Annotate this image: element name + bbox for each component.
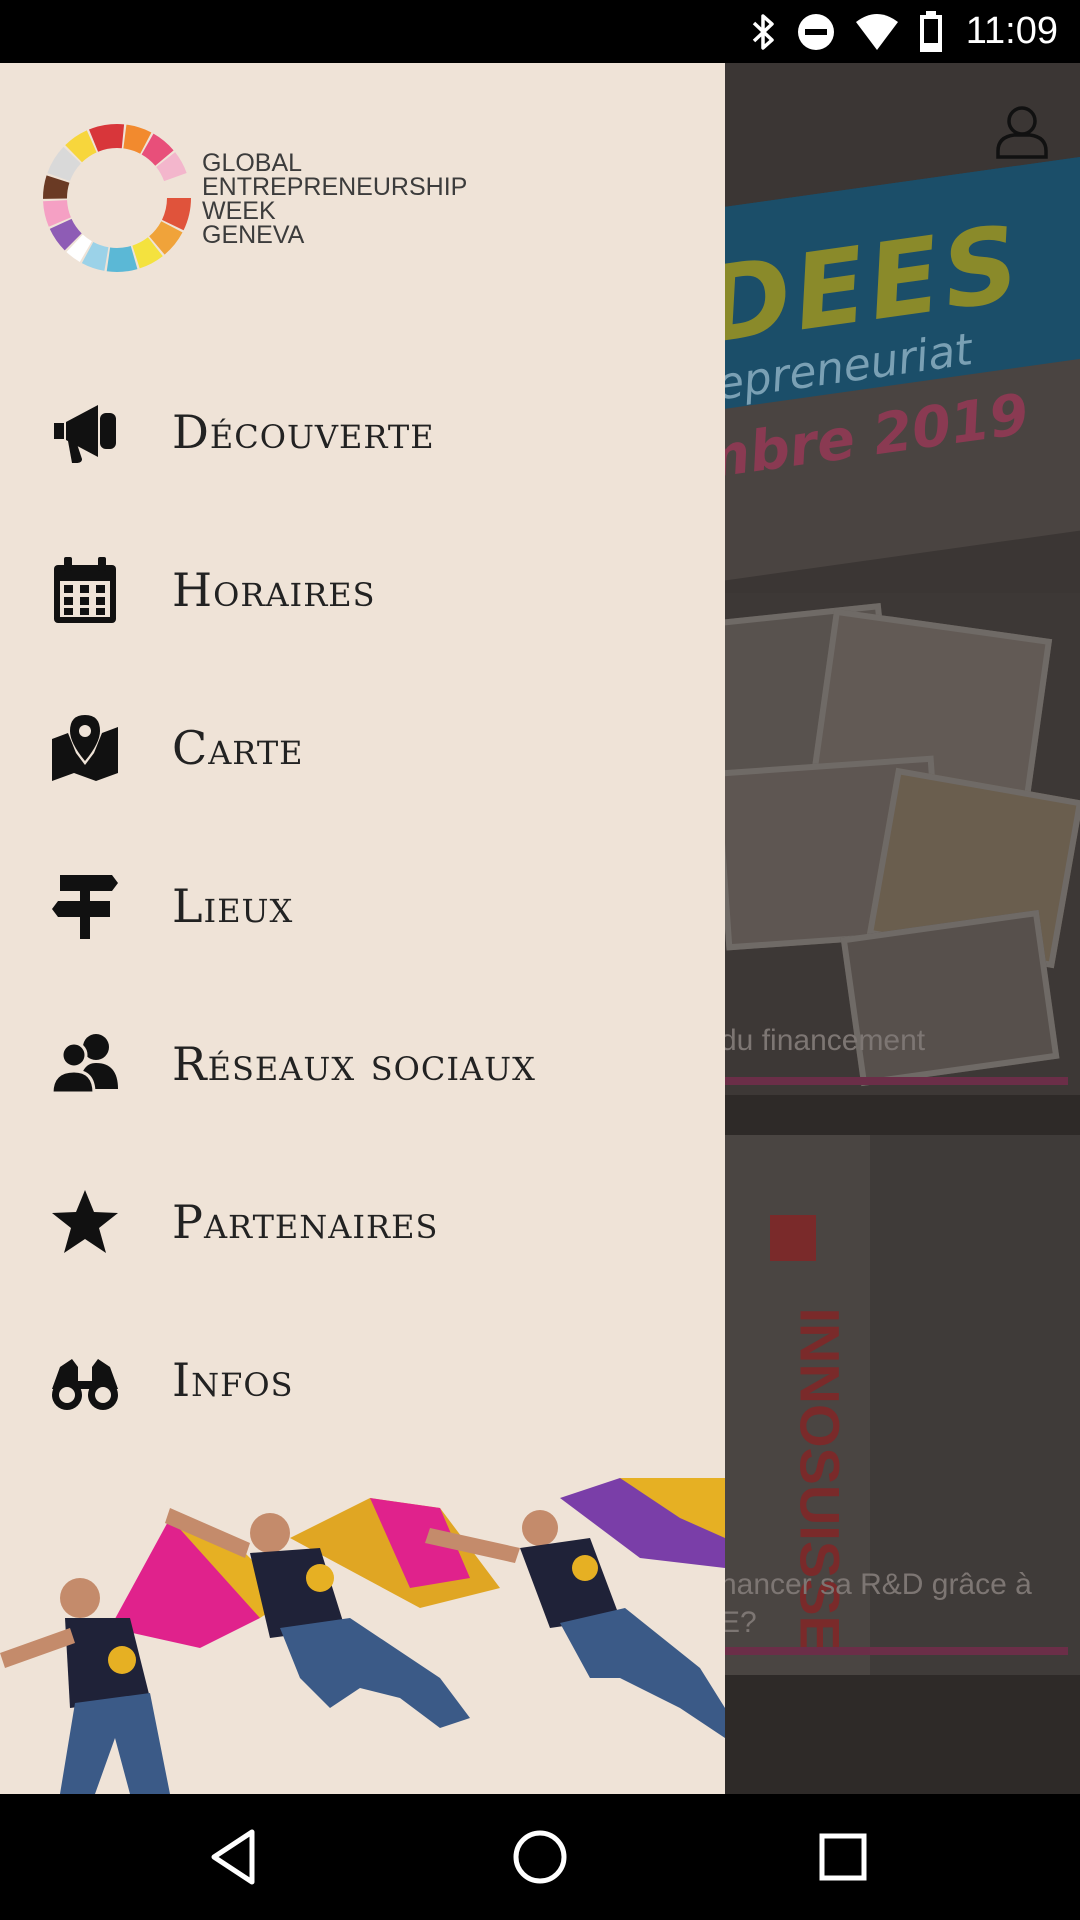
system-nav-bar	[0, 1794, 1080, 1920]
card-title: du financement	[720, 1024, 926, 1057]
map-icon	[52, 715, 118, 781]
menu-item-reseaux-sociaux[interactable]: Réseaux sociaux	[0, 985, 725, 1143]
menu-item-lieux[interactable]: Lieux	[0, 827, 725, 985]
card-badge: INNOSUISSE	[788, 1307, 852, 1653]
menu-item-decouverte[interactable]: Découverte	[0, 353, 725, 511]
menu-item-carte[interactable]: Carte	[0, 669, 725, 827]
status-bar: 11:09	[0, 0, 1080, 63]
gew-logo: GLOBAL ENTREPRENEURSHIP WEEK GENEVA	[40, 121, 467, 281]
battery-icon	[919, 10, 942, 52]
signpost-icon	[52, 875, 118, 939]
binoculars-icon	[52, 1359, 118, 1410]
wifi-icon	[855, 13, 898, 50]
megaphone-icon	[54, 405, 116, 463]
status-icons: 11:09	[748, 0, 1058, 63]
card-title-line1: nancer sa R&D grâce à	[720, 1568, 1032, 1601]
menu-item-horaires[interactable]: Horaires	[0, 511, 725, 669]
menu-label: Découverte	[172, 405, 435, 459]
card-title-line2: E?	[720, 1606, 757, 1639]
menu-label: Infos	[172, 1353, 294, 1407]
navigation-drawer: GLOBAL ENTREPRENEURSHIP WEEK GENEVA Déco…	[0, 63, 725, 1794]
calendar-icon	[54, 557, 116, 623]
star-icon	[52, 1190, 118, 1253]
recents-icon[interactable]	[808, 1822, 878, 1892]
users-icon	[50, 1034, 118, 1095]
menu-label: Lieux	[172, 879, 294, 933]
menu-label: Réseaux sociaux	[172, 1037, 536, 1091]
drawer-menu: Découverte Horaires Carte Lieux Réseaux …	[0, 353, 725, 1459]
bluetooth-icon	[752, 13, 774, 50]
menu-label: Carte	[172, 721, 304, 775]
menu-label: Partenaires	[172, 1195, 439, 1249]
menu-item-infos[interactable]: Infos	[0, 1301, 725, 1459]
card-accent-bar	[700, 1077, 1068, 1085]
card-accent-bar	[700, 1647, 1068, 1655]
menu-item-partenaires[interactable]: Partenaires	[0, 1143, 725, 1301]
menu-label: Horaires	[172, 563, 376, 617]
superheroes-illustration	[0, 1478, 725, 1794]
home-icon[interactable]	[505, 1822, 575, 1892]
do-not-disturb-icon	[797, 13, 834, 50]
status-time: 11:09	[965, 10, 1058, 52]
profile-icon[interactable]	[992, 101, 1052, 161]
logo-ring-icon	[43, 124, 191, 272]
logo-text: GLOBAL ENTREPRENEURSHIP WEEK GENEVA	[202, 149, 468, 249]
back-icon[interactable]	[200, 1822, 270, 1892]
